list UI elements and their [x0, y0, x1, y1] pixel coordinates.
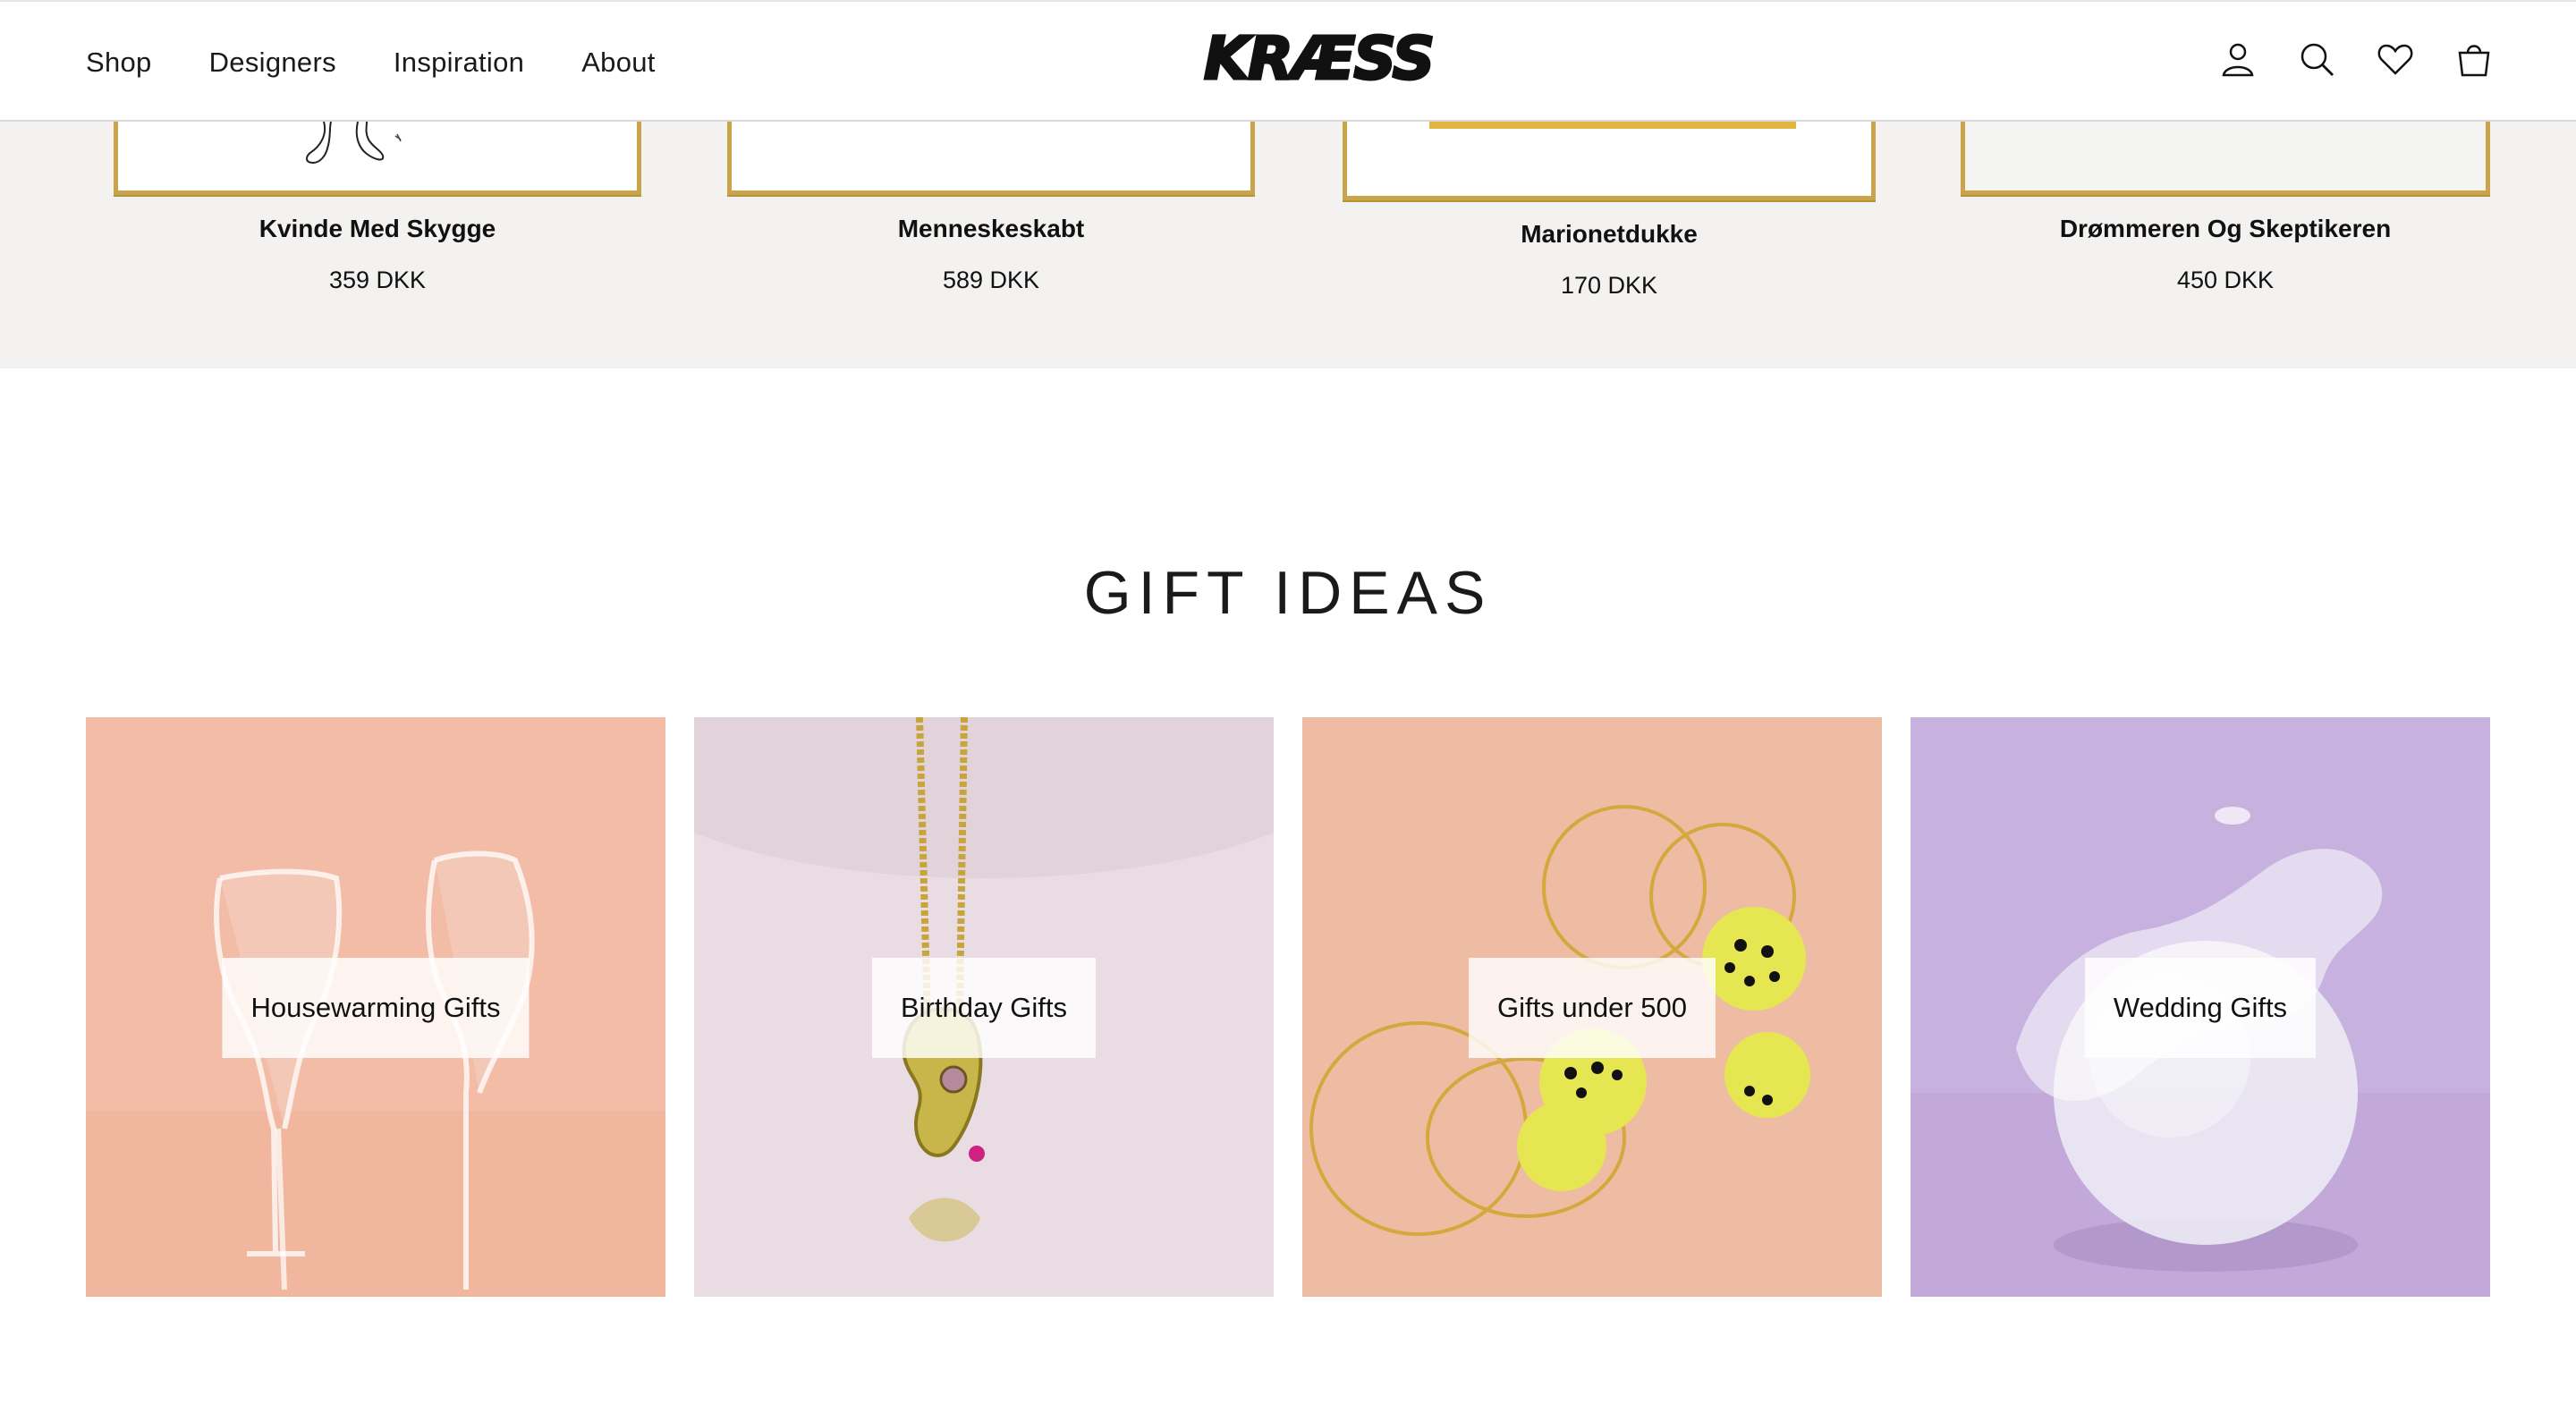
product-name[interactable]: Marionetdukke	[1343, 220, 1876, 249]
product-card[interactable]: Menneskeskabt 589 DKK	[727, 122, 1255, 327]
section-title: GIFT IDEAS	[1083, 559, 1493, 628]
tile-label[interactable]: Wedding Gifts	[2084, 958, 2317, 1058]
product-image[interactable]	[1961, 122, 2490, 195]
product-name[interactable]: Menneskeskabt	[727, 215, 1255, 243]
product-price: 450 DKK	[2176, 267, 2275, 293]
gift-tile-housewarming[interactable]: Housewarming Gifts	[86, 717, 665, 1297]
tile-label[interactable]: Birthday Gifts	[871, 958, 1097, 1058]
product-card[interactable]: Marionetdukke 170 DKK	[1343, 122, 1876, 333]
svg-text:KRÆSS: KRÆSS	[1204, 24, 1433, 93]
product-strip: Kvinde Med Skygge 359 DKK Menneskeskabt …	[0, 122, 2576, 368]
nav-designers[interactable]: Designers	[209, 47, 336, 79]
site-header: Shop Designers Inspiration About KRÆSS	[0, 0, 2576, 122]
kraess-logo-mark: KRÆSS	[1202, 23, 1436, 95]
product-price: 170 DKK	[1560, 272, 1658, 299]
sketch-feet-art	[306, 122, 402, 165]
site-logo[interactable]: KRÆSS	[1202, 21, 1436, 98]
nav-inspiration[interactable]: Inspiration	[394, 47, 524, 79]
main-nav: Shop Designers Inspiration About	[86, 47, 656, 79]
product-image[interactable]	[1343, 122, 1876, 200]
product-price: 359 DKK	[328, 267, 427, 293]
tile-label[interactable]: Housewarming Gifts	[222, 958, 530, 1058]
shopping-bag-icon[interactable]	[2453, 36, 2496, 82]
product-image[interactable]	[114, 122, 641, 195]
product-name[interactable]: Kvinde Med Skygge	[114, 215, 641, 243]
product-card[interactable]: Kvinde Med Skygge 359 DKK	[114, 122, 641, 327]
tile-label[interactable]: Gifts under 500	[1469, 958, 1716, 1058]
product-price: 589 DKK	[942, 267, 1040, 293]
product-name[interactable]: Drømmeren Og Skeptikeren	[1961, 215, 2490, 243]
gift-tile-under-500[interactable]: Gifts under 500	[1302, 717, 1882, 1297]
wishlist-heart-icon[interactable]	[2374, 36, 2417, 82]
gift-tile-birthday[interactable]: Birthday Gifts	[694, 717, 1274, 1297]
search-icon[interactable]	[2295, 36, 2338, 82]
product-image[interactable]	[727, 122, 1255, 195]
gift-tile-wedding[interactable]: Wedding Gifts	[1911, 717, 2490, 1297]
header-icons	[2216, 36, 2496, 82]
nav-shop[interactable]: Shop	[86, 47, 152, 79]
nav-about[interactable]: About	[581, 47, 656, 79]
product-card[interactable]: Drømmeren Og Skeptikeren 450 DKK	[1961, 122, 2490, 327]
account-icon[interactable]	[2216, 36, 2259, 82]
artwork-edge	[1429, 122, 1796, 129]
